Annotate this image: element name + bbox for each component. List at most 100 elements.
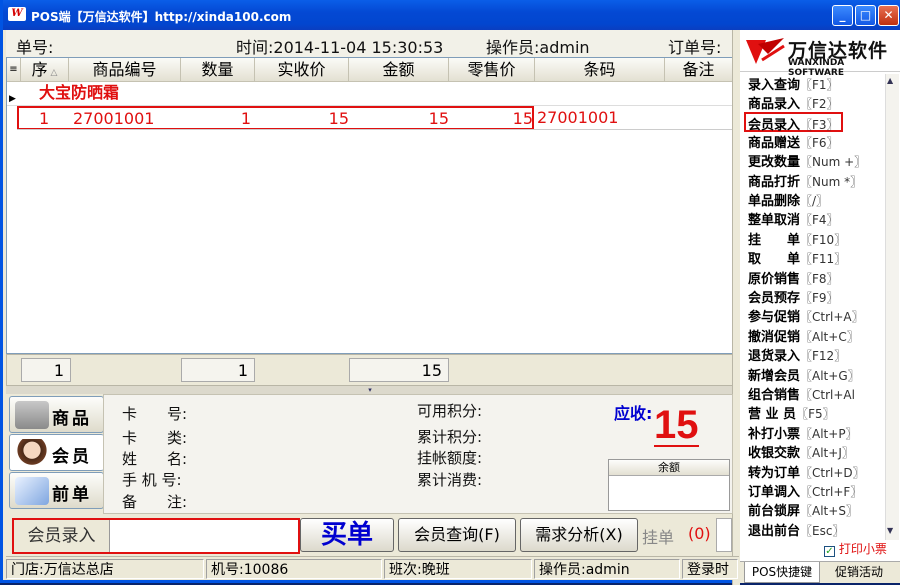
total-count: 1 (21, 358, 71, 382)
total-qty: 1 (181, 358, 255, 382)
pending-order-label: 订单号: (668, 38, 722, 57)
product-icon (15, 401, 49, 429)
shortcut-item[interactable]: 组合销售〖Ctrl+Al (748, 384, 855, 404)
time-label: 时间:2014-11-04 15:30:53 (236, 38, 444, 57)
brand-logo: 万信达软件 WANXINDA SOFTWARE (740, 30, 900, 78)
tab-promotions[interactable]: 促销活动 (822, 562, 896, 583)
shortcut-item-active[interactable]: 会员录入〖F3〗 (744, 112, 843, 133)
shortcut-item[interactable]: 订单调入〖Ctrl+F〗 (748, 481, 862, 501)
sales-grid[interactable]: ≡ 序 △ 商品编号 数量 实收价 金额 零售价 条码 备注 ▶ 大宝防晒霜 1… (6, 57, 734, 354)
column-header[interactable]: 实收价 (255, 58, 349, 82)
demand-analysis-button[interactable]: 需求分析(X) (520, 518, 638, 552)
shortcut-item[interactable]: 单品删除〖/〗 (748, 190, 828, 210)
card-no-label: 卡 号: (122, 405, 188, 423)
shortcut-item[interactable]: 退货录入〖F12〗 (748, 345, 846, 365)
phone-label: 手 机 号: (122, 471, 182, 489)
shortcut-item[interactable]: 收银交款〖Alt+J〗 (748, 442, 854, 462)
minimize-button[interactable]: _ (832, 5, 853, 26)
entry-mode-label: 会员录入 (14, 520, 110, 552)
member-query-button[interactable]: 会员查询(F) (398, 518, 516, 552)
tab-pos-shortcuts[interactable]: POS快捷键 (744, 562, 820, 583)
operator-label: 操作员:admin (486, 38, 590, 57)
pos-window: W POS端【万信达软件】http://xinda100.com _ □ ✕ 单… (0, 0, 900, 585)
member-avatar-icon (15, 439, 49, 467)
shortcut-item[interactable]: 转为订单〖Ctrl+D〗 (748, 462, 865, 482)
status-login: 登录时 (682, 559, 738, 579)
order-no-label: 单号: (16, 38, 54, 57)
shortcut-item[interactable]: 更改数量〖Num +〗 (748, 151, 866, 171)
shortcut-item[interactable]: 营 业 员〖F5〗 (748, 403, 835, 423)
tab-member[interactable]: 会员 (9, 434, 104, 471)
shortcut-item[interactable]: 新增会员〖Alt+G〗 (748, 365, 860, 385)
amount-due-label: 应收: (614, 404, 653, 423)
brand-mark-icon (746, 38, 785, 64)
row-pointer-icon: ▶ (9, 94, 16, 104)
shortcut-item[interactable]: 取 单〖F11〗 (748, 248, 846, 268)
vertical-splitter[interactable] (732, 30, 740, 585)
tab-product[interactable]: 商品 (9, 396, 104, 433)
column-header[interactable]: 条码 (535, 58, 665, 82)
checkout-button[interactable]: 买单 (300, 518, 394, 552)
maximize-button[interactable]: □ (855, 5, 876, 26)
checkmark-icon: ✓ (824, 546, 835, 557)
shortcut-list: 录入查询〖F1〗 商品录入〖F2〗 会员录入〖F3〗 商品赠送〖F6〗 更改数量… (742, 74, 884, 540)
member-input[interactable] (114, 522, 294, 550)
member-info-panel: 卡 号: 卡 类: 姓 名: 手 机 号: 备 注: 可用积分: 累计积分: 挂… (103, 394, 733, 514)
shortcut-sidebar: 万信达软件 WANXINDA SOFTWARE 录入查询〖F1〗 商品录入〖F2… (740, 30, 900, 583)
card-type-label: 卡 类: (122, 429, 188, 447)
amount-due-value: 15 (654, 403, 699, 447)
total-spent-label: 累计消费: (417, 471, 483, 489)
shortcut-item[interactable]: 整单取消〖F4〗 (748, 209, 839, 229)
hold-label[interactable]: 挂单 (642, 524, 674, 548)
scroll-down-icon[interactable]: ▼ (887, 526, 893, 535)
group-row[interactable]: ▶ 大宝防晒霜 (7, 82, 733, 106)
status-bar: 门店:万信达总店 机号:10086 班次:晚班 操作员:admin 登录时 (6, 556, 739, 580)
totals-bar: 1 1 15 (6, 354, 734, 386)
shortcut-item[interactable]: 商品录入〖F2〗 (748, 93, 839, 113)
previous-order-icon (15, 477, 49, 505)
shortcut-item[interactable]: 撤消促销〖Alt+C〗 (748, 326, 859, 346)
shortcut-item[interactable]: 退出前台〖Esc〗 (748, 520, 844, 540)
splitter-handle[interactable]: ▾ (6, 386, 734, 394)
sidebar-scrollbar[interactable]: ▲ ▼ (885, 74, 899, 540)
shortcut-item[interactable]: 会员预存〖F9〗 (748, 287, 839, 307)
remark-label: 备 注: (122, 493, 188, 511)
shortcut-item[interactable]: 前台锁屏〖Alt+S〗 (748, 500, 858, 520)
points-total-label: 累计积分: (417, 428, 483, 446)
sidebar-tabs: POS快捷键 促销活动 (740, 561, 900, 583)
order-header: 单号: 时间:2014-11-04 15:30:53 操作员:admin 订单号… (6, 30, 738, 57)
column-header[interactable]: 零售价 (449, 58, 535, 82)
status-machine: 机号:10086 (206, 559, 382, 579)
balance-table: 余额 (608, 459, 730, 511)
status-shift: 班次:晚班 (384, 559, 532, 579)
column-header[interactable]: 数量 (181, 58, 255, 82)
grid-header: ≡ 序 △ 商品编号 数量 实收价 金额 零售价 条码 备注 (7, 58, 733, 82)
row-border (17, 106, 733, 130)
title-bar: W POS端【万信达软件】http://xinda100.com _ □ ✕ (3, 0, 900, 30)
action-bar: 会员录入 买单 会员查询(F) 需求分析(X) 挂单 (0) (6, 514, 732, 554)
credit-limit-label: 挂帐额度: (417, 449, 483, 467)
shortcut-item[interactable]: 商品打折〖Num *〗 (748, 171, 862, 191)
shortcut-item[interactable]: 参与促销〖Ctrl+A〗 (748, 306, 864, 326)
shortcut-item[interactable]: 原价销售〖F8〗 (748, 268, 839, 288)
info-tabs: 商品 会员 前单 (6, 394, 104, 512)
shortcut-item[interactable]: 补打小票〖Alt+P〗 (748, 423, 858, 443)
shortcut-item[interactable]: 挂 单〖F10〗 (748, 229, 846, 249)
close-button[interactable]: ✕ (878, 5, 899, 26)
column-header[interactable]: 商品编号 (69, 58, 181, 82)
shortcut-item[interactable]: 商品赠送〖F6〗 (748, 132, 839, 152)
row-selector-header: ≡ (7, 58, 21, 82)
hold-indicator (716, 518, 732, 552)
window-title: POS端【万信达软件】http://xinda100.com (31, 10, 292, 24)
group-title: 大宝防晒霜 (39, 83, 120, 102)
member-entry-box: 会员录入 (12, 518, 300, 554)
column-header[interactable]: 序 △ (21, 58, 69, 82)
column-header[interactable]: 金额 (349, 58, 449, 82)
balance-header: 余额 (609, 460, 729, 476)
column-header[interactable]: 备注 (665, 58, 733, 82)
tab-previous-order[interactable]: 前单 (9, 472, 104, 509)
hold-count: (0) (688, 524, 711, 543)
shortcut-item[interactable]: 录入查询〖F1〗 (748, 74, 839, 94)
print-receipt-checkbox[interactable]: ✓ 打印小票 (824, 540, 887, 557)
scroll-up-icon[interactable]: ▲ (887, 76, 893, 85)
